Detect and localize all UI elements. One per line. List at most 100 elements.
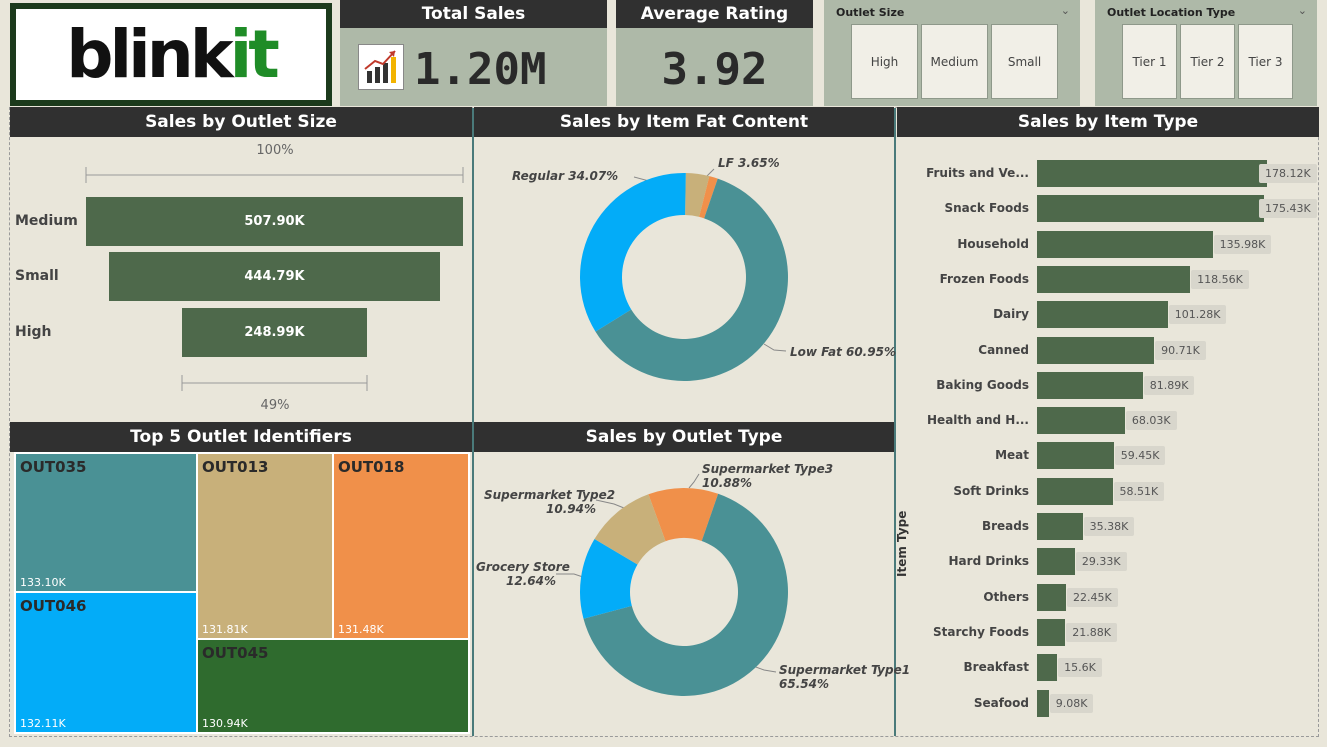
treemap-cell-out035[interactable]: OUT035 133.10K: [14, 452, 198, 593]
item-type-label: Meat: [995, 448, 1029, 463]
item-type-bar[interactable]: [1037, 689, 1049, 717]
slicer-option-tier-2[interactable]: Tier 2: [1180, 24, 1235, 99]
slicer-outlet-location: Outlet Location Type ⌄ Tier 1 Tier 2 Tie…: [1095, 0, 1317, 106]
treemap-cell-out013[interactable]: OUT013 131.81K: [196, 452, 334, 640]
item-type-bar[interactable]: [1037, 618, 1066, 646]
treemap-cell-value: 131.48K: [338, 623, 384, 636]
treemap-cell-name: OUT035: [20, 458, 87, 476]
item-type-label: Others: [983, 589, 1029, 604]
item-type-value-label: 35.38K: [1083, 517, 1135, 536]
item-type-label: Baking Goods: [936, 377, 1029, 392]
item-type-value-label: 9.08K: [1049, 693, 1094, 713]
item-type-value-label: 81.89K: [1143, 375, 1195, 395]
funnel-bar[interactable]: 444.79K: [109, 252, 440, 301]
item-type-label: Breads: [981, 519, 1029, 533]
item-type-value-label: 178.12K: [1259, 164, 1317, 183]
treemap-cell-out046[interactable]: OUT046 132.11K: [14, 591, 198, 734]
item-type-value-label: 175.43K: [1259, 199, 1317, 219]
item-type-value-label: 135.98K: [1213, 234, 1272, 254]
donut-chart-outlet-type: Supermarket Type2 10.94% Supermarket Type…: [474, 452, 910, 737]
funnel-bar[interactable]: 248.99K: [182, 308, 367, 357]
treemap-cell-value: 130.94K: [202, 717, 248, 730]
item-type-bar[interactable]: [1037, 265, 1191, 293]
item-type-bar[interactable]: [1037, 407, 1125, 435]
panel-title-outlet-size: Sales by Outlet Size: [10, 107, 472, 137]
item-type-value-label: 59.45K: [1114, 446, 1166, 466]
treemap-cell-name: OUT046: [20, 597, 87, 615]
kpi-title: Total Sales: [340, 0, 607, 28]
logo-frame: blinkit: [10, 3, 332, 106]
item-type-bar[interactable]: [1037, 301, 1168, 329]
item-type-label: Frozen Foods: [939, 271, 1029, 286]
item-type-label: Seafood: [973, 695, 1029, 710]
donut-label-grocery-store: Grocery Store 12.64%: [476, 560, 570, 588]
axis-label-item-type: Item Type: [895, 510, 909, 577]
donut-label-lf: LF 3.65%: [718, 156, 780, 170]
item-type-bar[interactable]: [1037, 548, 1075, 576]
item-type-value-label: 101.28K: [1168, 305, 1227, 325]
item-type-bar[interactable]: [1037, 583, 1066, 611]
item-type-label: Fruits and Ve...: [926, 166, 1029, 180]
item-type-bar[interactable]: [1037, 160, 1267, 187]
item-type-value-label: 68.03K: [1125, 411, 1177, 431]
donut-fat-slice[interactable]: [580, 173, 686, 332]
item-type-bar[interactable]: [1037, 230, 1213, 258]
item-type-bar[interactable]: [1037, 477, 1113, 505]
chart-growth-icon: [358, 44, 404, 90]
funnel-bar[interactable]: 507.90K: [86, 197, 463, 246]
donut-chart-fat: Regular 34.07% LF 3.65% Low Fat 60.95%: [474, 137, 896, 422]
logo-text-main: blink: [66, 15, 233, 93]
donut-label-regular: Regular 34.07%: [512, 169, 619, 183]
treemap-chart: OUT035 133.10K OUT046 132.11K OUT013 131…: [14, 452, 470, 734]
kpi-average-rating: Average Rating 3.92: [616, 0, 813, 106]
slicer-option-medium[interactable]: Medium: [921, 24, 988, 99]
chevron-down-icon[interactable]: ⌄: [1061, 4, 1070, 17]
kpi-value: 3.92: [661, 44, 768, 95]
item-type-bar[interactable]: [1037, 513, 1083, 540]
item-type-value-label: 21.88K: [1066, 622, 1117, 642]
item-type-bar[interactable]: [1037, 442, 1114, 470]
treemap-cell-value: 131.81K: [202, 623, 248, 636]
item-type-bar[interactable]: [1037, 654, 1058, 682]
panel-title-fat-content: Sales by Item Fat Content: [474, 107, 894, 137]
slicer-option-tier-1[interactable]: Tier 1: [1122, 24, 1177, 99]
item-type-label: Soft Drinks: [953, 483, 1029, 498]
funnel-category-label: High: [15, 324, 52, 340]
donut-label-supermarket-type1: Supermarket Type1 65.54%: [779, 663, 911, 691]
item-type-label: Household: [957, 236, 1029, 251]
item-type-bar[interactable]: [1037, 336, 1155, 364]
item-type-value-label: 118.56K: [1191, 269, 1249, 289]
item-type-value-label: 15.6K: [1058, 658, 1102, 678]
funnel-category-label: Medium: [15, 213, 78, 229]
slicer-outlet-size: Outlet Size ⌄ High Medium Small: [824, 0, 1080, 106]
panel-title-top5: Top 5 Outlet Identifiers: [10, 422, 472, 452]
slicer-option-high[interactable]: High: [851, 24, 918, 99]
slicer-option-tier-3[interactable]: Tier 3: [1238, 24, 1293, 99]
treemap-cell-name: OUT013: [202, 458, 269, 476]
divider: [894, 108, 896, 736]
treemap-cell-out018[interactable]: OUT018 131.48K: [332, 452, 470, 640]
panel-title-outlet-type: Sales by Outlet Type: [474, 422, 894, 452]
item-type-bar[interactable]: [1037, 371, 1143, 399]
kpi-total-sales: Total Sales 1.20M: [340, 0, 607, 106]
slicer-option-small[interactable]: Small: [991, 24, 1058, 99]
chevron-down-icon[interactable]: ⌄: [1298, 4, 1307, 17]
item-type-label: Canned: [978, 342, 1029, 357]
item-type-bar[interactable]: [1037, 195, 1264, 223]
funnel-category-label: Small: [15, 268, 59, 284]
item-type-label: Dairy: [993, 307, 1029, 322]
item-type-value-label: 22.45K: [1066, 587, 1118, 607]
donut-label-supermarket-type3: Supermarket Type3 10.88%: [702, 462, 834, 490]
treemap-cell-name: OUT045: [202, 644, 269, 662]
item-type-label: Health and H...: [927, 413, 1029, 428]
bar-chart-item-type: Item Type Fruits and Ve... 178.12K Snack F…: [895, 137, 1319, 737]
slicer-title: Outlet Location Type: [1107, 6, 1236, 19]
kpi-value: 1.20M: [414, 44, 547, 95]
funnel-bottom-percent: 49%: [260, 398, 290, 413]
treemap-cell-value: 132.11K: [20, 717, 66, 730]
treemap-cell-out045[interactable]: OUT045 130.94K: [196, 638, 470, 734]
funnel-chart: 100% Medium 507.90K Small 444.79K High 248.99…: [10, 137, 472, 422]
item-type-value-label: 58.51K: [1113, 481, 1165, 501]
treemap-cell-name: OUT018: [338, 458, 405, 476]
item-type-label: Starchy Foods: [933, 624, 1029, 639]
